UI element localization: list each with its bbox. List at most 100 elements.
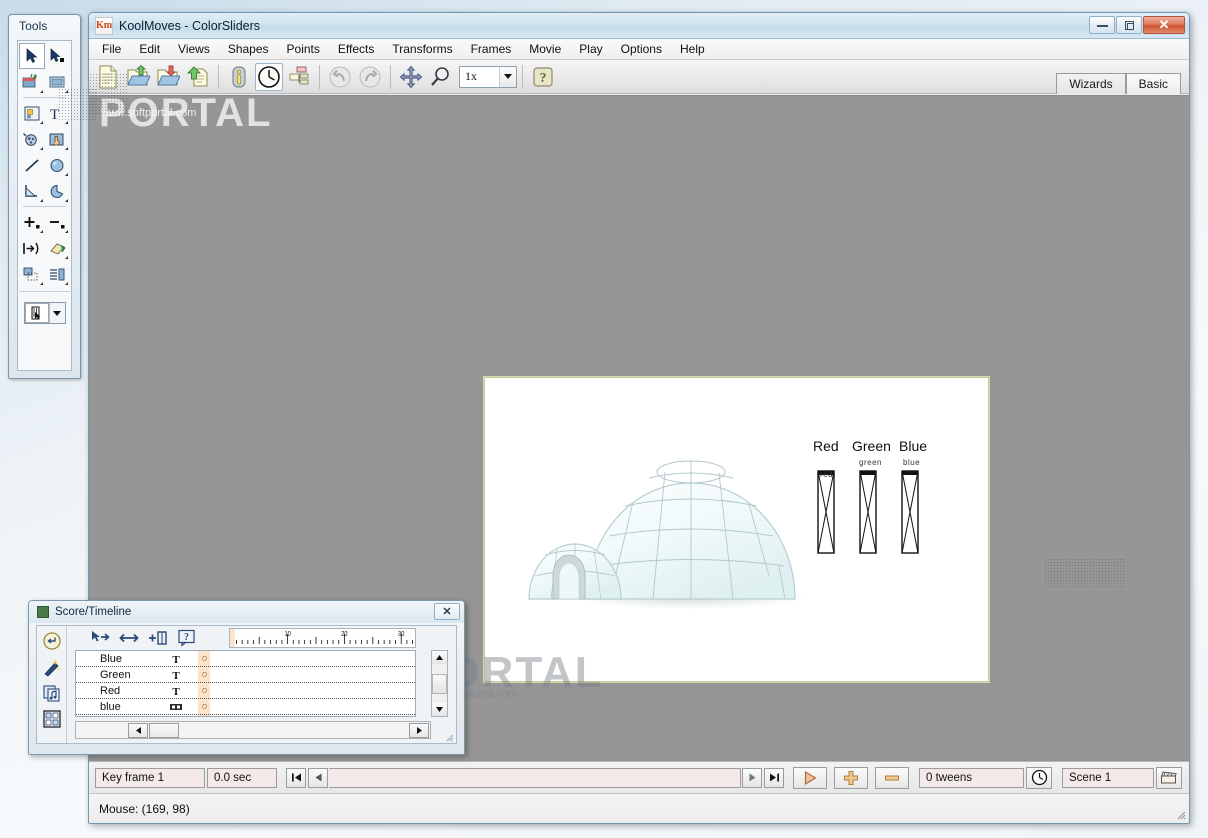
zoom-combo-arrow[interactable] xyxy=(499,67,516,87)
timeline-horizontal-scrollbar[interactable] xyxy=(75,721,431,739)
scene-manager-button[interactable] xyxy=(1156,767,1182,789)
table-row[interactable]: Red T xyxy=(76,683,415,699)
tweens-field[interactable]: 0 tweens xyxy=(919,768,1024,788)
move-shape-icon[interactable] xyxy=(87,627,113,649)
save-file-icon[interactable] xyxy=(154,63,182,91)
add-point-icon[interactable] xyxy=(19,209,45,235)
group-shapes-icon[interactable] xyxy=(19,261,45,287)
previous-frame-button[interactable] xyxy=(308,768,328,788)
gradient-fill-icon[interactable] xyxy=(45,69,71,95)
minimize-button[interactable] xyxy=(1089,16,1115,34)
button-hand-icon[interactable] xyxy=(45,126,71,152)
timeline-ruler[interactable]: 10 20 30 xyxy=(229,628,416,648)
layer-combo-arrow[interactable] xyxy=(49,303,65,323)
menu-transforms[interactable]: Transforms xyxy=(383,40,461,58)
copy-sound-icon[interactable] xyxy=(39,680,65,706)
export-file-icon[interactable] xyxy=(184,63,212,91)
scroll-down-icon[interactable] xyxy=(432,703,447,716)
shape-cursor-icon[interactable] xyxy=(25,303,49,323)
info-icon[interactable] xyxy=(225,63,253,91)
last-frame-button[interactable] xyxy=(764,768,784,788)
table-row[interactable]: Blue T xyxy=(76,651,415,667)
hierarchy-icon[interactable] xyxy=(285,63,313,91)
frame-timing-button[interactable] xyxy=(1026,767,1052,789)
circle-tool-icon[interactable] xyxy=(45,152,71,178)
image-shape-icon[interactable] xyxy=(19,100,45,126)
align-shapes-icon[interactable] xyxy=(45,261,71,287)
igloo-illustration[interactable] xyxy=(515,426,815,616)
tab-basic[interactable]: Basic xyxy=(1126,73,1181,94)
window-titlebar[interactable]: Km KoolMoves - ColorSliders ✕ xyxy=(89,13,1189,39)
polygon-tool-icon[interactable] xyxy=(19,178,45,204)
new-document-icon[interactable] xyxy=(94,63,122,91)
eraser-icon[interactable] xyxy=(45,235,71,261)
menu-edit[interactable]: Edit xyxy=(130,40,169,58)
undo-icon[interactable] xyxy=(326,63,354,91)
keyframe-field[interactable]: Key frame 1 xyxy=(95,768,205,788)
timeline-keyframe-marker[interactable] xyxy=(198,683,210,698)
delete-point-icon[interactable] xyxy=(45,209,71,235)
color-sliders-group[interactable]: Red Green Blue red green blue xyxy=(815,453,925,563)
timeline-close-button[interactable]: ✕ xyxy=(434,603,460,620)
resize-grip[interactable] xyxy=(1174,808,1186,820)
menu-shapes[interactable]: Shapes xyxy=(219,40,278,58)
close-button[interactable]: ✕ xyxy=(1143,16,1185,34)
table-row[interactable]: Green T xyxy=(76,667,415,683)
text-tool-icon[interactable]: T xyxy=(45,100,71,126)
menu-options[interactable]: Options xyxy=(612,40,671,58)
arrow-select-icon[interactable] xyxy=(19,43,45,69)
point-select-icon[interactable] xyxy=(45,43,70,69)
movie-stage[interactable]: Red Green Blue red green blue xyxy=(484,377,989,682)
fill-paint-icon[interactable] xyxy=(19,69,45,95)
help-icon[interactable]: ? xyxy=(174,627,200,649)
layer-selector-combo[interactable] xyxy=(24,302,66,324)
remove-frame-button[interactable] xyxy=(875,767,909,789)
clock-icon[interactable] xyxy=(255,63,283,91)
menu-play[interactable]: Play xyxy=(570,40,611,58)
menu-frames[interactable]: Frames xyxy=(462,40,521,58)
grid-view-icon[interactable] xyxy=(39,706,65,732)
menu-movie[interactable]: Movie xyxy=(520,40,570,58)
add-frame-button[interactable] xyxy=(834,767,868,789)
timeline-resize-grip[interactable] xyxy=(444,732,454,742)
first-frame-button[interactable] xyxy=(286,768,306,788)
time-field[interactable]: 0.0 sec xyxy=(207,768,277,788)
timeline-vertical-scrollbar[interactable] xyxy=(431,650,448,717)
scene-field[interactable]: Scene 1 xyxy=(1062,768,1154,788)
pan-icon[interactable] xyxy=(397,63,425,91)
timeline-titlebar[interactable]: Score/Timeline ✕ xyxy=(29,601,464,623)
scroll-left-icon[interactable] xyxy=(128,723,148,738)
menu-views[interactable]: Views xyxy=(169,40,219,58)
menu-help[interactable]: Help xyxy=(671,40,714,58)
return-to-frame-icon[interactable] xyxy=(39,628,65,654)
sound-icon[interactable] xyxy=(19,126,45,152)
magic-wand-icon[interactable] xyxy=(39,654,65,680)
menu-file[interactable]: File xyxy=(93,40,130,58)
open-file-icon[interactable] xyxy=(124,63,152,91)
table-row[interactable]: blue xyxy=(76,699,415,715)
menu-points[interactable]: Points xyxy=(278,40,329,58)
timeline-keyframe-marker[interactable] xyxy=(198,667,210,682)
insert-frame-icon[interactable] xyxy=(19,235,45,261)
zoom-level-combo[interactable]: 1x xyxy=(459,66,517,88)
timeline-rows[interactable]: Blue T Green T Red T xyxy=(75,650,416,717)
pie-shape-icon[interactable] xyxy=(45,178,71,204)
line-tool-icon[interactable] xyxy=(19,152,45,178)
vertical-scroll-thumb[interactable] xyxy=(432,674,447,694)
timeline-keyframe-marker[interactable] xyxy=(198,699,210,714)
horizontal-scroll-thumb[interactable] xyxy=(149,723,179,738)
menu-effects[interactable]: Effects xyxy=(329,40,383,58)
scroll-right-icon[interactable] xyxy=(409,723,429,738)
tab-wizards[interactable]: Wizards xyxy=(1056,73,1125,94)
frame-scrub-track[interactable] xyxy=(329,768,741,788)
help-icon[interactable]: ? xyxy=(529,63,557,91)
add-column-icon[interactable] xyxy=(145,627,171,649)
play-button[interactable] xyxy=(793,767,827,789)
magnifier-icon[interactable] xyxy=(427,63,455,91)
maximize-button[interactable] xyxy=(1116,16,1142,34)
next-frame-button[interactable] xyxy=(742,768,762,788)
resize-horizontal-icon[interactable] xyxy=(116,627,142,649)
timeline-keyframe-marker[interactable] xyxy=(198,651,210,666)
redo-icon[interactable] xyxy=(356,63,384,91)
scroll-up-icon[interactable] xyxy=(432,651,447,664)
